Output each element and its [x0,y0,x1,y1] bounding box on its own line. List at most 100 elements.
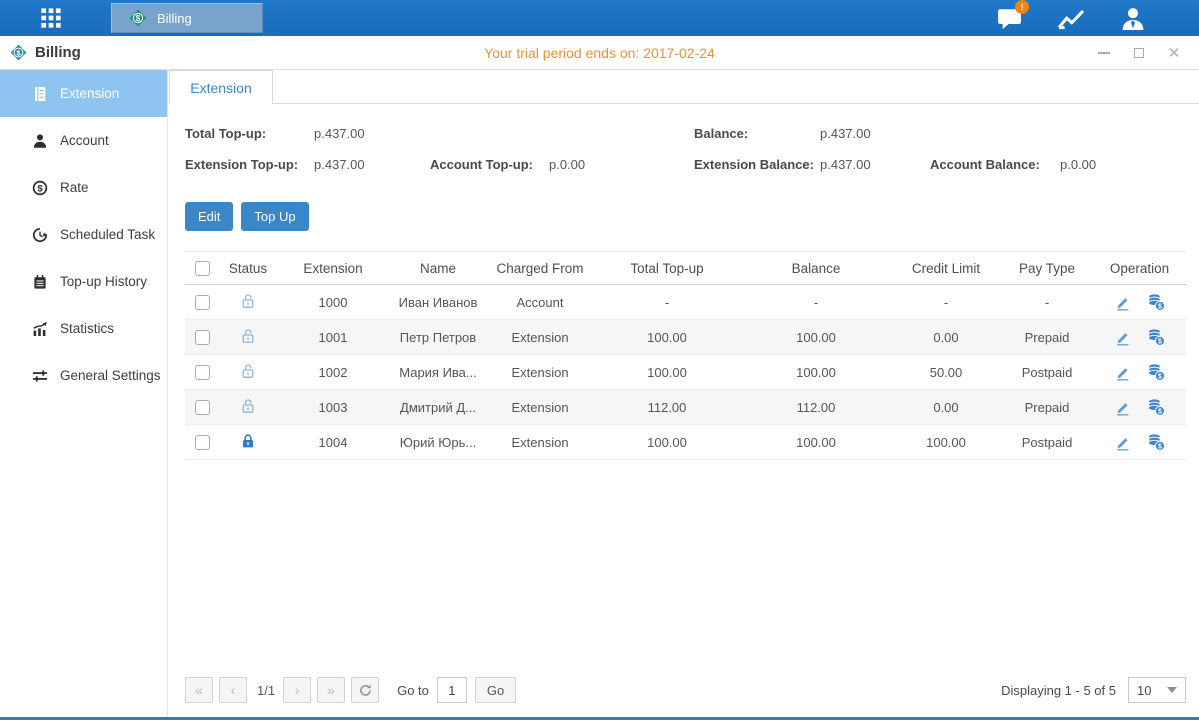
last-page-button[interactable]: » [317,677,345,703]
sidebar-item-topup-history[interactable]: Top-up History [0,258,167,305]
account-balance-label: Account Balance: [930,157,1060,172]
cell-balance: 100.00 [741,425,891,460]
top-up-button[interactable]: Top Up [241,202,308,231]
row-checkbox[interactable] [195,295,210,310]
sidebar-item-scheduled-task[interactable]: Scheduled Task [0,211,167,258]
cell-charged-from: Extension [487,390,593,425]
messages-button[interactable]: ! [995,5,1023,31]
top-up-row-icon[interactable]: $ [1147,433,1165,451]
close-button[interactable]: ✕ [1167,46,1181,60]
sidebar-item-extension[interactable]: Extension [0,70,167,117]
table-row: 1004 Юрий Юрь... Extension 100.00 100.00… [185,425,1186,460]
edit-row-icon[interactable] [1114,329,1131,346]
cell-total-topup: - [593,285,741,320]
dollar-circle-icon: $ [31,179,48,196]
action-buttons: Edit Top Up [168,182,1199,231]
trial-notice: Your trial period ends on: 2017-02-24 [0,45,1199,61]
cell-credit-limit: 0.00 [891,390,1001,425]
svg-text:$: $ [136,14,141,23]
cell-credit-limit: 100.00 [891,425,1001,460]
sidebar-item-general-settings[interactable]: General Settings [0,352,167,399]
taskbar-tab-billing[interactable]: $ Billing [111,3,263,33]
account-topup-label: Account Top-up: [430,157,549,172]
person-icon [31,132,48,149]
cell-charged-from: Account [487,285,593,320]
sidebar-item-account[interactable]: Account [0,117,167,164]
cell-balance: 112.00 [741,390,891,425]
table-header-row: Status Extension Name Charged From Total… [185,252,1186,285]
cell-balance: 100.00 [741,320,891,355]
line-chart-icon [1057,6,1085,30]
goto-label: Go to [397,683,429,698]
window-controls: ✕ [1097,46,1181,60]
cell-extension: 1003 [277,390,389,425]
extension-topup-value: p.437.00 [314,157,430,172]
row-checkbox[interactable] [195,330,210,345]
extension-balance-label: Extension Balance: [694,157,820,172]
top-up-row-icon[interactable]: $ [1147,398,1165,416]
cell-pay-type: Prepaid [1001,320,1093,355]
edit-row-icon[interactable] [1114,294,1131,311]
cell-name: Петр Петров [389,320,487,355]
svg-text:$: $ [1158,373,1162,380]
top-taskbar: $ Billing ! [0,0,1199,36]
total-topup-label: Total Top-up: [185,126,314,141]
cell-charged-from: Extension [487,425,593,460]
page-size-select[interactable]: 10 [1128,677,1186,703]
select-all-checkbox[interactable] [195,261,210,276]
cell-extension: 1002 [277,355,389,390]
cell-name: Мария Ива... [389,355,487,390]
go-button[interactable]: Go [475,677,516,703]
cell-total-topup: 100.00 [593,425,741,460]
account-topup-value: p.0.00 [549,157,694,172]
billing-app-window: $ Billing ! [0,0,1199,720]
tab-extension[interactable]: Extension [169,70,273,104]
goto-page-input[interactable] [437,677,467,703]
sidebar-item-rate[interactable]: $ Rate [0,164,167,211]
tab-extension-label: Extension [190,80,251,96]
sidebar-item-label: Statistics [60,321,114,336]
sidebar-item-label: Extension [60,86,119,101]
extension-table: Status Extension Name Charged From Total… [185,251,1186,460]
cell-charged-from: Extension [487,320,593,355]
prev-page-button[interactable]: ‹ [219,677,247,703]
notification-badge: ! [1015,0,1029,14]
balance-label: Balance: [694,126,820,141]
cell-extension: 1001 [277,320,389,355]
statistics-button[interactable] [1057,5,1085,31]
row-checkbox[interactable] [195,365,210,380]
edit-row-icon[interactable] [1114,364,1131,381]
lock-open-icon [240,398,256,414]
edit-row-icon[interactable] [1114,434,1131,451]
cell-total-topup: 112.00 [593,390,741,425]
first-page-button[interactable]: « [185,677,213,703]
cell-extension: 1000 [277,285,389,320]
cell-credit-limit: 0.00 [891,320,1001,355]
cell-pay-type: Postpaid [1001,425,1093,460]
user-account-button[interactable] [1119,5,1147,31]
extension-table-wrap: Status Extension Name Charged From Total… [185,251,1186,460]
col-total-topup: Total Top-up [593,252,741,285]
maximize-button[interactable] [1132,46,1146,60]
row-checkbox[interactable] [195,435,210,450]
sidebar: Extension Account $ Rate Scheduled Task [0,70,168,717]
top-up-row-icon[interactable]: $ [1147,293,1165,311]
row-checkbox[interactable] [195,400,210,415]
table-row: 1002 Мария Ива... Extension 100.00 100.0… [185,355,1186,390]
minimize-button[interactable] [1097,46,1111,60]
edit-row-icon[interactable] [1114,399,1131,416]
cell-name: Дмитрий Д... [389,390,487,425]
sidebar-item-label: Top-up History [60,274,147,289]
sidebar-item-label: Scheduled Task [60,227,155,242]
cell-pay-type: Prepaid [1001,390,1093,425]
refresh-button[interactable] [351,677,379,703]
sidebar-item-statistics[interactable]: Statistics [0,305,167,352]
tab-strip: Extension [168,70,1199,104]
tab-strip-filler [273,70,1199,104]
top-up-row-icon[interactable]: $ [1147,363,1165,381]
apps-grid-icon[interactable] [31,0,71,36]
top-up-row-icon[interactable]: $ [1147,328,1165,346]
edit-button[interactable]: Edit [185,202,233,231]
svg-text:$: $ [37,183,43,194]
next-page-button[interactable]: › [283,677,311,703]
